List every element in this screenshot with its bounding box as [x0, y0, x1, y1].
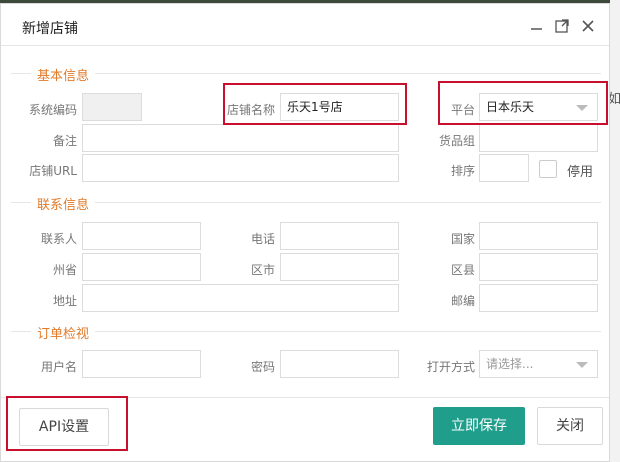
disable-checkbox[interactable] [539, 160, 557, 178]
minimize-icon[interactable] [528, 17, 546, 35]
section-divider-basic [11, 73, 601, 74]
open-mode-select-placeholder: 请选择... [486, 357, 534, 371]
highlight-box-api-settings [6, 396, 128, 451]
county-label: 区县 [450, 263, 475, 277]
state-input[interactable] [82, 253, 201, 281]
country-input[interactable] [479, 222, 598, 250]
shop-url-input[interactable] [82, 154, 399, 182]
postcode-label: 邮编 [450, 294, 475, 308]
background-page [610, 0, 620, 462]
sort-label: 排序 [450, 164, 475, 178]
state-label: 州省 [52, 263, 77, 277]
contact-person-input[interactable] [82, 222, 201, 250]
close-icon[interactable] [579, 17, 597, 35]
section-title-contact: 联系信息 [31, 194, 96, 213]
password-label: 密码 [250, 360, 275, 374]
county-input[interactable] [479, 253, 598, 281]
save-now-button[interactable]: 立即保存 [433, 407, 525, 445]
maximize-icon[interactable] [553, 17, 571, 35]
section-title-basic: 基本信息 [31, 65, 96, 84]
open-mode-select[interactable]: 请选择... [479, 350, 598, 378]
username-input[interactable] [82, 350, 201, 378]
password-input[interactable] [280, 350, 399, 378]
contact-person-label: 联系人 [40, 232, 77, 246]
add-shop-dialog: 新增店铺 基本信息 系统编码 店铺名称 乐天1号店 平台 日本乐天 备注 货品组… [0, 3, 610, 462]
dialog-titlebar: 新增店铺 [1, 4, 609, 46]
disable-label: 停用 [567, 165, 594, 180]
dialog-title: 新增店铺 [22, 21, 78, 37]
sort-input[interactable] [479, 154, 529, 182]
section-divider-order [11, 331, 601, 332]
section-title-order: 订单检视 [31, 323, 96, 342]
phone-input[interactable] [280, 222, 399, 250]
address-label: 地址 [52, 294, 77, 308]
open-mode-label: 打开方式 [426, 360, 475, 374]
phone-label: 电话 [250, 232, 275, 246]
system-code-label: 系统编码 [28, 103, 77, 117]
district-input[interactable] [280, 253, 399, 281]
shop-url-label: 店铺URL [29, 164, 77, 178]
country-label: 国家 [450, 232, 475, 246]
close-button[interactable]: 关闭 [537, 407, 603, 445]
goods-group-label: 货品组 [438, 134, 475, 148]
highlight-box-platform [438, 81, 608, 125]
section-divider-contact [11, 202, 601, 203]
remark-input[interactable] [82, 124, 399, 152]
goods-group-input[interactable] [479, 124, 598, 152]
highlight-box-shop-name [223, 83, 407, 125]
system-code-field [82, 93, 142, 121]
address-input[interactable] [82, 284, 399, 312]
remark-label: 备注 [52, 134, 77, 148]
username-label: 用户名 [40, 360, 77, 374]
district-label: 区市 [250, 263, 275, 277]
postcode-input[interactable] [479, 284, 598, 312]
chevron-down-icon [576, 362, 588, 368]
